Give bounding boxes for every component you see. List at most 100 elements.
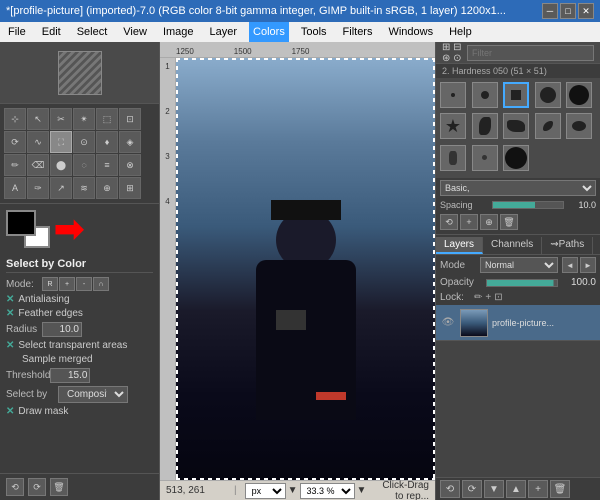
menu-file[interactable]: File (4, 22, 30, 42)
brush-icon-refresh[interactable]: ⟲ (440, 214, 458, 230)
tool-path[interactable]: ✑ (27, 177, 49, 199)
menu-help[interactable]: Help (445, 22, 476, 42)
lock-pixels-icon[interactable]: ✏ (474, 292, 482, 303)
brush-item-7[interactable] (472, 113, 498, 139)
select-transparent-check[interactable]: ✕ (6, 340, 14, 351)
tool-crop[interactable]: ⊞ (119, 177, 141, 199)
layer-thumbnail (460, 309, 488, 337)
brush-item-2[interactable] (472, 82, 498, 108)
brush-item-10[interactable] (566, 113, 592, 139)
brush-item-3[interactable] (503, 82, 529, 108)
layer-ctrl-new[interactable]: ⟲ (440, 480, 460, 498)
tool-free-select[interactable]: ⟳ (4, 131, 26, 153)
fg-bg-colors[interactable] (6, 210, 50, 248)
layer-mode-btn-right[interactable]: ► (580, 257, 596, 273)
tool-clone[interactable]: ♦ (96, 131, 118, 153)
redo-icon[interactable]: ⟳ (28, 478, 46, 496)
tool-dodge-burn[interactable]: ◌ (73, 154, 95, 176)
minimize-button[interactable]: ─ (542, 3, 558, 19)
tool-pointer[interactable]: ↖ (27, 108, 49, 130)
zoom-separator: ▼ (288, 485, 298, 496)
tool-move[interactable]: ⊹ (4, 108, 26, 130)
tool-fuzzy-select[interactable]: ∿ (27, 131, 49, 153)
brush-item-11[interactable] (440, 145, 466, 171)
tool-rect-select[interactable]: ⬚ (96, 108, 118, 130)
tool-scissors[interactable]: ✂ (50, 108, 72, 130)
feather-edges-label: Feather edges (18, 308, 83, 319)
mode-btn-replace[interactable]: R (42, 277, 58, 291)
layer-ctrl-copy[interactable]: ⟳ (462, 480, 482, 498)
spacing-slider[interactable] (492, 201, 564, 209)
lock-position-icon[interactable]: + (485, 292, 491, 303)
tool-warp[interactable]: ⊗ (119, 154, 141, 176)
brush-item-5[interactable] (566, 82, 592, 108)
tool-perspective[interactable]: ◈ (119, 131, 141, 153)
layer-ctrl-delete[interactable]: 🗑 (550, 480, 570, 498)
brush-icon-delete[interactable]: 🗑 (500, 214, 518, 230)
draw-mask-check[interactable]: ✕ (6, 406, 14, 417)
unit-dropdown[interactable]: px mm (245, 483, 286, 499)
canvas-viewport[interactable] (176, 58, 435, 480)
radius-row: Radius (6, 322, 153, 337)
menu-windows[interactable]: Windows (384, 22, 437, 42)
maximize-button[interactable]: □ (560, 3, 576, 19)
brush-item-12[interactable] (472, 145, 498, 171)
layer-ctrl-up[interactable]: ▲ (506, 480, 526, 498)
menu-layer[interactable]: Layer (206, 22, 242, 42)
menu-filters[interactable]: Filters (339, 22, 377, 42)
layer-ctrl-down[interactable]: ▼ (484, 480, 504, 498)
menu-tools[interactable]: Tools (297, 22, 331, 42)
tool-measure[interactable]: ↗ (50, 177, 72, 199)
menu-edit[interactable]: Edit (38, 22, 65, 42)
menu-view[interactable]: View (119, 22, 151, 42)
layer-ctrl-add[interactable]: + (528, 480, 548, 498)
layer-item[interactable]: 👁 profile-picture... (436, 305, 600, 341)
select-by-dropdown[interactable]: Composite Red Green Blue (58, 386, 128, 403)
brush-filter-input[interactable] (467, 45, 594, 61)
layer-mode-btn-left[interactable]: ◄ (562, 257, 578, 273)
brush-item-8[interactable] (503, 113, 529, 139)
status-message: Click-Drag to rep... (374, 480, 429, 500)
antialiasing-check[interactable]: ✕ (6, 294, 14, 305)
mode-btn-intersect[interactable]: ∩ (93, 277, 109, 291)
mode-btn-subtract[interactable]: - (76, 277, 92, 291)
tool-transform[interactable]: ✴ (73, 108, 95, 130)
tab-channels[interactable]: Channels (483, 237, 542, 254)
zoom-dropdown[interactable]: 33.3 % 50 % 100 % (300, 483, 355, 499)
brush-item-4[interactable] (535, 82, 561, 108)
delete-icon[interactable]: 🗑 (50, 478, 68, 496)
brush-item-6[interactable]: ★ (440, 113, 466, 139)
menu-select[interactable]: Select (73, 22, 112, 42)
tool-color-picker[interactable]: ≋ (73, 177, 95, 199)
brush-icon-add[interactable]: + (460, 214, 478, 230)
brush-item-1[interactable] (440, 82, 466, 108)
menu-colors[interactable]: Colors (249, 22, 289, 42)
brush-preset-dropdown[interactable]: Basic, Classic (440, 180, 596, 196)
layer-visibility-icon[interactable]: 👁 (440, 315, 456, 331)
close-button[interactable]: ✕ (578, 3, 594, 19)
menu-image[interactable]: Image (159, 22, 198, 42)
lock-alpha-icon[interactable]: ⊡ (494, 292, 502, 303)
tool-smudge[interactable]: ≡ (96, 154, 118, 176)
brush-item-9[interactable] (535, 113, 561, 139)
tab-layers[interactable]: Layers (436, 237, 483, 254)
brush-icon-copy[interactable]: ⊕ (480, 214, 498, 230)
foreground-color[interactable] (6, 210, 36, 236)
feather-edges-check[interactable]: ✕ (6, 308, 14, 319)
radius-input[interactable] (42, 322, 82, 337)
mode-btn-add[interactable]: + (59, 277, 75, 291)
tool-paint[interactable]: ✏ (4, 154, 26, 176)
brush-item-13[interactable] (503, 145, 529, 171)
tool-text[interactable]: A (4, 177, 26, 199)
threshold-input[interactable] (50, 368, 90, 383)
undo-icon[interactable]: ⟲ (6, 478, 24, 496)
tool-fill[interactable]: ⬤ (50, 154, 72, 176)
tab-paths[interactable]: ⇝Paths (542, 237, 593, 254)
layer-mode-select[interactable]: Normal Multiply Screen (480, 257, 558, 273)
tool-ellipse-select[interactable]: ⊡ (119, 108, 141, 130)
tool-zoom[interactable]: ⊕ (96, 177, 118, 199)
tool-heal[interactable]: ⊙ (73, 131, 95, 153)
tool-select-by-color[interactable]: ⛶ (50, 131, 72, 153)
tool-erase[interactable]: ⌫ (27, 154, 49, 176)
opacity-slider[interactable] (486, 279, 558, 287)
